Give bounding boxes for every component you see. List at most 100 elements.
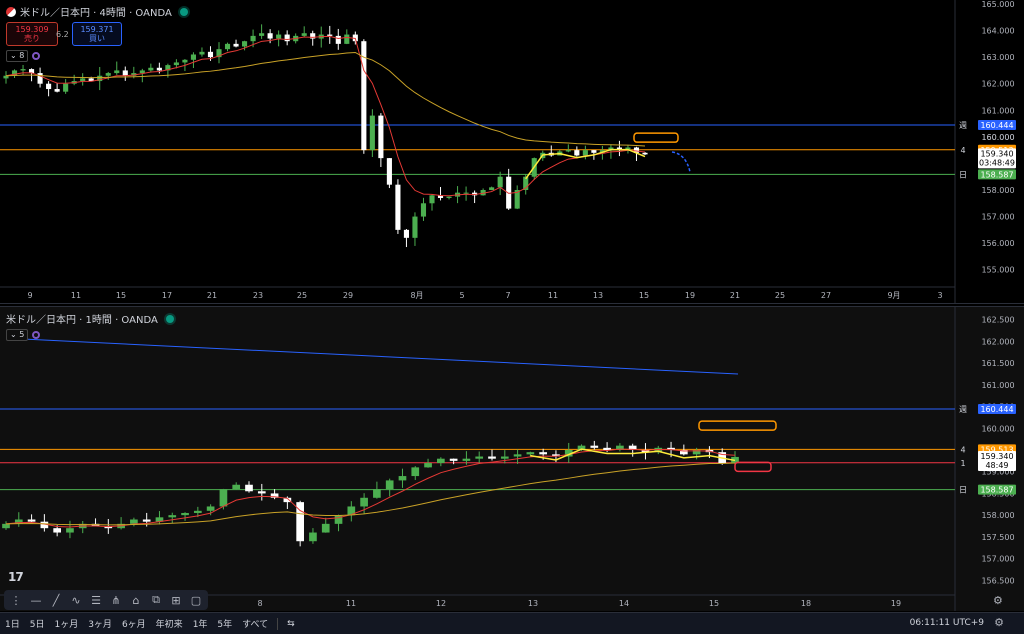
candle-body — [284, 34, 290, 42]
timeframe-button[interactable]: すべて — [237, 617, 273, 630]
candle-body — [398, 476, 407, 481]
candle-body — [539, 452, 547, 455]
indicator-toggle-1h[interactable]: ⌄ 5 — [6, 329, 29, 341]
candle-body — [142, 519, 151, 522]
timeframe-button[interactable]: 年初来 — [151, 617, 188, 630]
moving-average-slow — [5, 462, 736, 526]
y-tick-label: 162.000 — [981, 337, 1014, 346]
chart-title: 米ドル／日本円 · 4時間 · OANDA — [20, 8, 172, 19]
y-tick-label: 160.000 — [981, 424, 1014, 433]
timeframe-button[interactable]: 5年 — [212, 617, 237, 630]
candle-body — [242, 41, 248, 47]
symbol-header-1h[interactable]: 米ドル／日本円 · 1時間 · OANDA — [6, 311, 174, 326]
candle-body — [194, 510, 202, 513]
timeframe-button[interactable]: 1日 — [0, 617, 25, 630]
y-tick-label: 162.000 — [981, 80, 1014, 89]
x-tick-label: 9 — [27, 291, 32, 300]
timeframe-bar[interactable]: 1日 5日 1ヶ月 3ヶ月 6ヶ月 年初来 1年 5年 すべて ⇆ 06:11:11 UTC+9… — [0, 612, 1024, 634]
candle-body — [301, 33, 307, 36]
sell-button[interactable]: 159.309 売り — [6, 22, 58, 46]
clock: 06:11:11 UTC+9 — [909, 618, 984, 628]
chart-pane-1h[interactable]: 162.500162.000161.500161.000160.500160.0… — [0, 306, 1024, 611]
candle-body — [66, 528, 74, 533]
candle-body — [344, 34, 350, 44]
candle-body — [513, 454, 522, 457]
candle-body — [446, 196, 452, 198]
x-tick-label: 14 — [619, 599, 629, 608]
indicator-toggle[interactable]: ⌄ 8 — [6, 50, 29, 62]
date-range-icon[interactable]: ⇆ — [282, 619, 300, 629]
moving-average-fast — [5, 448, 736, 528]
candle-body — [37, 73, 43, 84]
price-chart-1h[interactable]: 162.500162.000161.500161.000160.500160.0… — [0, 307, 1024, 611]
live-status-icon — [179, 7, 188, 16]
candle-body — [224, 43, 231, 50]
fib-icon[interactable]: ☰ — [88, 592, 104, 608]
candle-body — [53, 528, 61, 533]
grid-icon[interactable]: ⊞ — [168, 592, 184, 608]
candle-body — [199, 51, 205, 55]
tradingview-logo: 17 — [8, 570, 24, 584]
y-tick-label: 161.000 — [981, 106, 1014, 115]
projection-icon[interactable]: ⧉ — [148, 592, 164, 608]
pitchfork-icon[interactable]: ⋔ — [108, 592, 124, 608]
candle-body — [267, 33, 273, 39]
buy-button[interactable]: 159.371 買い — [72, 22, 122, 46]
x-tick-label: 13 — [528, 599, 538, 608]
pattern-icon[interactable]: ⌂ — [128, 592, 144, 608]
x-tick-label: 3 — [937, 291, 942, 300]
rect-icon[interactable]: ▢ — [188, 592, 204, 608]
ray-icon[interactable]: ╱ — [48, 592, 64, 608]
y-tick-label: 164.000 — [981, 27, 1014, 36]
candle-body — [565, 150, 571, 152]
timeframe-list[interactable]: 1日 5日 1ヶ月 3ヶ月 6ヶ月 年初来 1年 5年 すべて — [0, 617, 273, 630]
x-tick-label: 19 — [891, 599, 901, 608]
candle-body — [488, 456, 496, 459]
candle-body — [403, 229, 409, 238]
y-tick-label: 165.000 — [981, 0, 1014, 9]
indicator-row-1h[interactable]: ⌄ 5 — [6, 329, 41, 341]
level-tag: 週 — [959, 405, 967, 414]
brush-icon[interactable]: ∿ — [68, 592, 84, 608]
level-price-label: 158.587 — [980, 486, 1013, 495]
candle-body — [463, 192, 469, 194]
trend-line — [27, 338, 739, 375]
trend-line-icon[interactable]: — — [28, 592, 44, 608]
candle-body — [245, 484, 253, 492]
level-price-label: 158.587 — [980, 170, 1013, 179]
x-tick-label: 25 — [775, 291, 785, 300]
drawing-toolbar[interactable]: ⋮ — ╱ ∿ ☰ ⋔ ⌂ ⧉ ⊞ ▢ — [4, 590, 208, 610]
moving-average-slow — [5, 51, 646, 147]
timeframe-button[interactable]: 5日 — [25, 617, 50, 630]
candle-body — [250, 35, 256, 42]
indicator-row[interactable]: ⌄ 8 — [6, 50, 41, 62]
price-chart-4h[interactable]: 165.000 164.000 163.000 162.000 161.000 160.0… — [0, 0, 1024, 303]
timeframe-button[interactable]: 1ヶ月 — [49, 617, 83, 630]
candle-body — [232, 484, 241, 490]
timeframe-button[interactable]: 1年 — [188, 617, 213, 630]
timeframe-button[interactable]: 3ヶ月 — [83, 617, 117, 630]
indicator-ring-icon[interactable] — [32, 331, 41, 339]
candle-body — [321, 523, 330, 533]
buy-label: 買い — [89, 34, 105, 43]
candle-body — [424, 463, 432, 468]
symbol-header[interactable]: 米ドル／日本円 · 4時間 · OANDA — [6, 4, 188, 19]
candle-body — [642, 152, 648, 155]
settings-gear-icon[interactable]: ⚙ — [994, 616, 1004, 629]
x-tick-label: 5 — [459, 291, 464, 300]
level-tag: 週 — [959, 121, 967, 130]
indicator-ring-icon[interactable] — [32, 52, 41, 60]
candle-body — [475, 456, 484, 459]
candle-body — [429, 195, 435, 204]
chart-pane-4h[interactable]: 165.000 164.000 163.000 162.000 161.000 160.0… — [0, 0, 1024, 304]
x-tick-label: 11 — [71, 291, 81, 300]
last-price-label: 159.340 — [980, 452, 1013, 461]
level-price-label: 160.444 — [980, 405, 1013, 414]
pane-settings-gear-icon[interactable]: ⚙ — [993, 594, 1003, 607]
candle-body — [105, 73, 111, 76]
timeframe-button[interactable]: 6ヶ月 — [117, 617, 151, 630]
candle-body — [500, 456, 509, 459]
handle-icon[interactable]: ⋮ — [8, 592, 24, 608]
x-tick-label: 12 — [436, 599, 446, 608]
candle-body — [574, 150, 580, 156]
